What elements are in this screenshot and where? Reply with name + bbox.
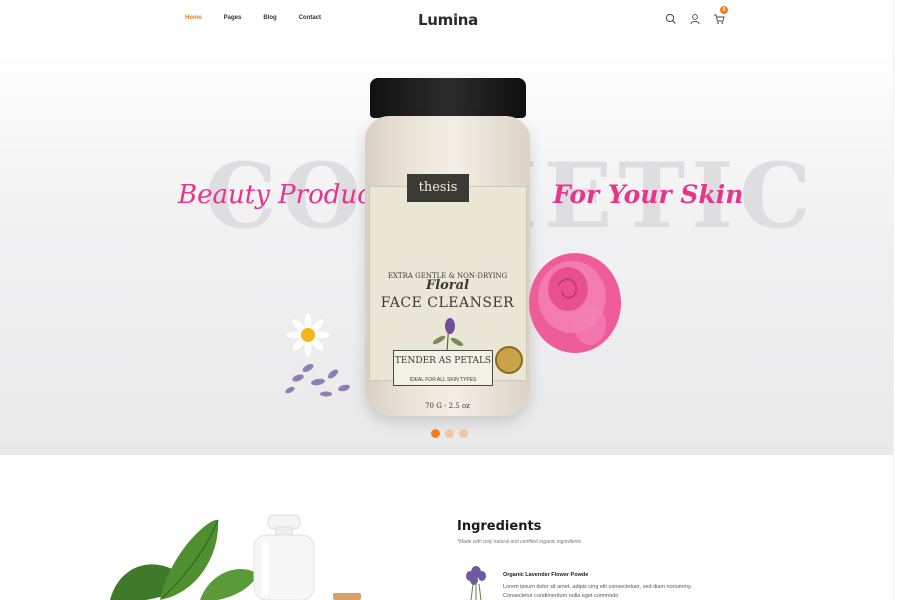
product-jar: thesis EXTRA GENTLE & NON-DRYING Floral …: [355, 78, 540, 418]
nav-contact[interactable]: Contact: [299, 15, 321, 21]
lavender-sprig-icon: [432, 318, 464, 353]
product-brand: thesis: [407, 174, 469, 202]
cart-icon[interactable]: 0: [713, 6, 728, 24]
product-weight: 70 G - 2.5 oz: [425, 402, 470, 410]
product-line-2: Floral: [425, 278, 470, 293]
lavender-thumbnail: [466, 566, 486, 600]
ingredient-item-title: Organic Lavender Flower Powde: [503, 572, 589, 578]
slider-dot-3[interactable]: [459, 429, 468, 438]
site-header: Home Pages Blog Contact Lumina 0: [0, 0, 893, 40]
ingredients-subtitle: *Made with only natural and certified or…: [457, 539, 582, 545]
header-icons: 0: [665, 6, 728, 25]
pink-rose-illustration: [529, 253, 621, 353]
ingredient-item-description: Lorem ipsum dolor sit amet, adipis cing …: [503, 584, 692, 599]
search-icon[interactable]: [665, 12, 677, 24]
slider-pagination: [431, 429, 468, 438]
site-logo[interactable]: Lumina: [418, 11, 478, 29]
slider-dot-1[interactable]: [431, 429, 440, 438]
pump-bottle-illustration: [253, 514, 315, 600]
amber-bottle-cap: [333, 593, 361, 600]
nav-blog[interactable]: Blog: [263, 15, 276, 21]
page-scrollbar[interactable]: [893, 0, 900, 600]
ingredients-title: Ingredients: [457, 519, 542, 534]
hero-tagline-right: For Your Skin: [553, 180, 744, 209]
user-icon[interactable]: [689, 12, 701, 25]
product-line-5: IDEAL FOR ALL SKIN TYPES: [409, 377, 477, 383]
nav-pages[interactable]: Pages: [224, 15, 242, 21]
product-line-3: FACE CLEANSER: [380, 295, 515, 311]
green-leaves-illustration: [110, 519, 258, 600]
main-nav: Home Pages Blog Contact: [185, 15, 343, 21]
hero-slider: COSMETIC Beauty Products For Your Skin: [0, 40, 893, 455]
cart-count-badge: 0: [720, 6, 728, 14]
slider-dot-2[interactable]: [445, 429, 454, 438]
nav-home[interactable]: Home: [185, 15, 202, 21]
natural-seal-icon: [495, 346, 523, 374]
jar-lid: [370, 78, 526, 118]
product-line-4: TENDER AS PETALS: [394, 356, 492, 366]
